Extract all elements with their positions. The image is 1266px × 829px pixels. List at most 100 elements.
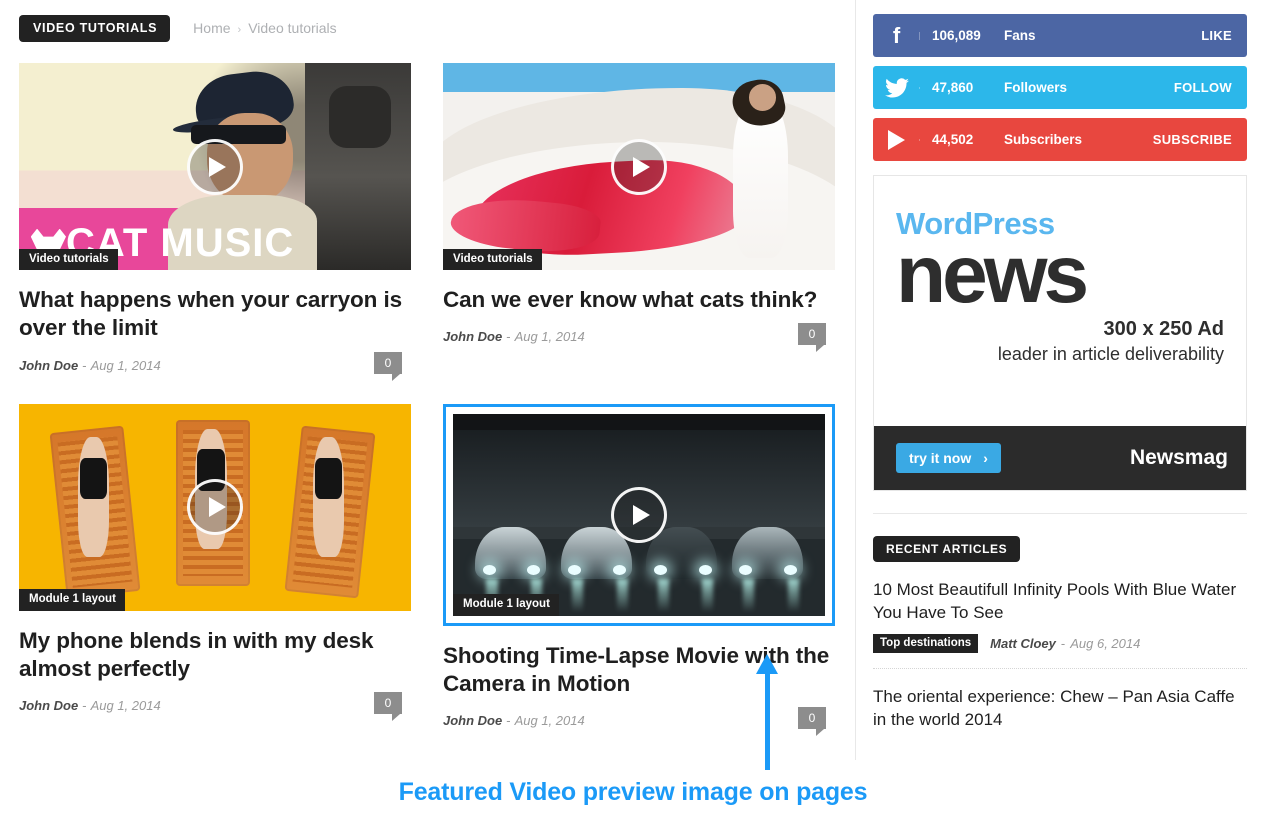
twitter-label: Followers	[1004, 80, 1068, 95]
breadcrumb: Home › Video tutorials	[193, 20, 337, 36]
light-reflection	[743, 579, 755, 612]
play-icon[interactable]	[611, 486, 667, 543]
social-counter-twitter[interactable]: 47,860 Followers FOLLOW	[873, 66, 1247, 109]
chevron-right-icon: ›	[983, 450, 988, 466]
recent-article-category[interactable]: Top destinations	[873, 633, 979, 654]
swimsuit-shape	[314, 457, 343, 499]
thumbnail-image-cat-music: CAT MUSIC	[19, 63, 411, 270]
post-author[interactable]: John Doe	[19, 698, 78, 713]
social-counter-facebook[interactable]: f 106,089 Fans LIKE	[873, 14, 1247, 57]
post-card[interactable]: CAT MUSIC Video tutorials What happens w…	[19, 63, 411, 383]
post-date: Aug 1, 2014	[514, 329, 585, 345]
comment-count-badge[interactable]: 0	[798, 323, 826, 353]
post-meta: John Doe - Aug 1, 2014 0	[443, 323, 835, 354]
post-card[interactable]: Video tutorials Can we ever know what ca…	[443, 63, 835, 383]
breadcrumb-separator-icon: ›	[237, 24, 242, 37]
post-category-flag[interactable]: Video tutorials	[19, 248, 118, 270]
page-root: VIDEO TUTORIALS Home › Video tutorials C…	[0, 0, 1266, 829]
ad-size-text: 300 x 250 Ad	[1103, 317, 1224, 340]
post-category-flag[interactable]: Module 1 layout	[453, 594, 559, 616]
meta-separator: -	[506, 713, 511, 729]
light-reflection	[616, 579, 628, 612]
sidebar-divider	[873, 513, 1247, 514]
ad-cta-label: try it now	[909, 450, 972, 466]
youtube-icon	[873, 129, 920, 150]
page-header: VIDEO TUTORIALS Home › Video tutorials	[19, 15, 337, 42]
post-category-flag[interactable]: Video tutorials	[443, 248, 542, 270]
recent-articles-heading: RECENT ARTICLES	[873, 536, 1021, 562]
social-counter-youtube[interactable]: 44,502 Subscribers SUBSCRIBE	[873, 118, 1247, 161]
post-title[interactable]: My phone blends in with my desk almost p…	[19, 627, 411, 684]
play-triangle-icon	[208, 497, 226, 518]
page-title: VIDEO TUTORIALS	[19, 15, 171, 42]
post-author[interactable]: John Doe	[19, 358, 78, 373]
post-date: Aug 1, 2014	[90, 357, 161, 373]
facebook-like-button[interactable]: LIKE	[1187, 28, 1247, 43]
annotation-arrow-icon	[756, 654, 778, 770]
facebook-icon: f	[873, 23, 920, 49]
car-headrest-shape	[328, 85, 392, 148]
annotation-text: Featured Video preview image on pages	[398, 778, 868, 806]
content-sidebar-divider	[855, 0, 856, 760]
post-meta: John Doe - Aug 1, 2014 0	[19, 692, 411, 723]
comment-count-badge[interactable]: 0	[374, 692, 402, 722]
post-title[interactable]: Can we ever know what cats think?	[443, 286, 835, 314]
recent-article-item[interactable]: 10 Most Beautifull Infinity Pools With B…	[873, 579, 1247, 654]
recent-article-title[interactable]: 10 Most Beautifull Infinity Pools With B…	[873, 579, 1247, 625]
swimsuit-shape	[79, 457, 108, 499]
thumbnail-image-desert-dress	[443, 63, 835, 270]
post-thumbnail[interactable]: Module 1 layout	[19, 403, 411, 611]
sidebar: f 106,089 Fans LIKE 47,860 Followers FOL…	[873, 14, 1247, 732]
meta-separator: -	[1060, 636, 1066, 652]
meta-separator: -	[506, 329, 511, 345]
twitter-follow-button[interactable]: FOLLOW	[1160, 80, 1247, 95]
play-triangle-icon	[632, 504, 650, 525]
youtube-label: Subscribers	[1004, 132, 1083, 147]
breadcrumb-home[interactable]: Home	[193, 20, 230, 36]
youtube-play-triangle-icon	[888, 129, 905, 150]
thumbnail-image-sun-loungers	[19, 403, 411, 611]
light-reflection	[787, 579, 799, 612]
post-category-flag[interactable]: Module 1 layout	[19, 589, 125, 611]
recent-article-author[interactable]: Matt Cloey	[990, 636, 1056, 651]
post-thumbnail[interactable]: Video tutorials	[443, 63, 835, 270]
light-reflection	[702, 579, 714, 612]
recent-article-title[interactable]: The oriental experience: Chew – Pan Asia…	[873, 686, 1247, 732]
thumbnail-image-cars: Module 1 layout	[453, 413, 825, 616]
meta-separator: -	[82, 357, 87, 373]
post-title[interactable]: What happens when your carryon is over t…	[19, 286, 411, 343]
play-triangle-icon	[208, 156, 226, 177]
head-shape	[748, 83, 777, 111]
post-grid: CAT MUSIC Video tutorials What happens w…	[19, 63, 839, 759]
post-date: Aug 1, 2014	[514, 713, 585, 729]
post-card-highlighted[interactable]: Module 1 layout Shooting Time-Lapse Movi…	[443, 403, 835, 739]
light-reflection	[657, 579, 669, 612]
ad-body: WordPress news 300 x 250 Ad leader in ar…	[874, 176, 1246, 426]
post-author[interactable]: John Doe	[443, 713, 502, 728]
youtube-count: 44,502	[932, 132, 974, 147]
play-icon[interactable]	[187, 479, 243, 536]
comment-count-badge[interactable]: 0	[374, 351, 402, 381]
facebook-count: 106,089	[932, 28, 981, 43]
post-thumbnail-highlighted[interactable]: Module 1 layout	[443, 403, 835, 626]
post-card[interactable]: Module 1 layout My phone blends in with …	[19, 403, 411, 739]
play-triangle-icon	[632, 156, 650, 177]
ad-cta-button[interactable]: try it now ›	[896, 443, 1001, 473]
facebook-label: Fans	[1004, 28, 1036, 43]
post-thumbnail[interactable]: CAT MUSIC Video tutorials	[19, 63, 411, 270]
post-author[interactable]: John Doe	[443, 329, 502, 344]
recent-article-meta: Top destinations Matt Cloey - Aug 6, 201…	[873, 633, 1247, 654]
recent-article-date: Aug 6, 2014	[1070, 636, 1141, 652]
play-icon[interactable]	[611, 138, 667, 195]
post-date: Aug 1, 2014	[90, 698, 161, 714]
breadcrumb-current: Video tutorials	[248, 20, 337, 37]
comment-count-badge[interactable]: 0	[798, 707, 826, 737]
post-meta: John Doe - Aug 1, 2014 0	[443, 707, 835, 738]
twitter-count: 47,860	[932, 80, 974, 95]
headlight-shape	[698, 565, 712, 576]
advertisement-banner[interactable]: WordPress news 300 x 250 Ad leader in ar…	[873, 175, 1247, 491]
recent-article-item[interactable]: The oriental experience: Chew – Pan Asia…	[873, 686, 1247, 732]
youtube-subscribe-button[interactable]: SUBSCRIBE	[1139, 132, 1247, 147]
ad-footer-brand: Newsmag	[1129, 446, 1228, 469]
play-icon[interactable]	[187, 138, 243, 195]
